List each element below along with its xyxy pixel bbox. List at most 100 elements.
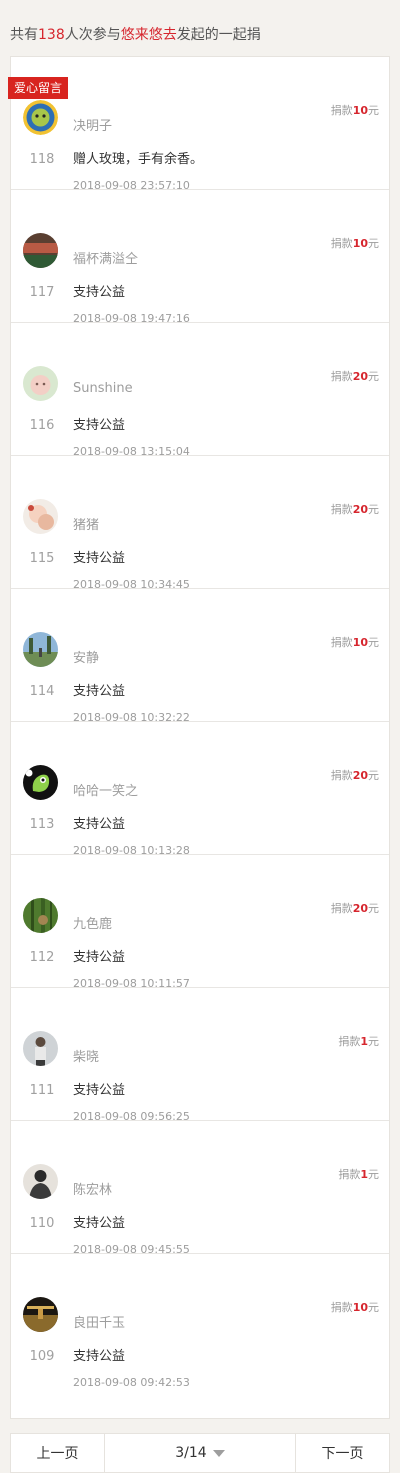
avatar <box>23 1297 58 1332</box>
page-select[interactable]: 3/14 <box>105 1434 296 1472</box>
list-item: 115 猪猪 支持公益 2018-09-08 10:34:45 捐款20元 <box>11 456 389 591</box>
entry-number: 111 <box>29 1083 55 1098</box>
amount-unit: 元 <box>368 1035 379 1048</box>
avatar <box>23 1164 58 1199</box>
donation-amount: 捐款20元 <box>331 501 379 517</box>
amount-unit: 元 <box>368 503 379 516</box>
amount-value: 20 <box>352 503 368 516</box>
donor-message: 支持公益 <box>73 1216 126 1231</box>
avatar <box>23 898 58 933</box>
list-item: 113 哈哈一笑之 支持公益 2018-09-08 10:13:28 捐款20元 <box>11 722 389 857</box>
donor-message: 支持公益 <box>73 418 126 433</box>
summary-suffix: 发起的一起捐 <box>176 27 261 43</box>
donor-message: 支持公益 <box>73 817 126 832</box>
list-item: 112 九色鹿 支持公益 2018-09-08 10:11:57 捐款20元 <box>11 855 389 990</box>
amount-value: 10 <box>352 1301 368 1314</box>
amount-label: 捐款 <box>330 503 353 516</box>
amount-label: 捐款 <box>338 1035 361 1048</box>
next-page-button[interactable]: 下一页 <box>296 1434 389 1472</box>
list-item: 109 良田千玉 支持公益 2018-09-08 09:42:53 捐款10元 <box>11 1254 389 1389</box>
entry-number: 113 <box>29 817 55 832</box>
donor-message: 支持公益 <box>73 1083 126 1098</box>
donor-name: 安静 <box>73 651 100 666</box>
entry-number: 117 <box>29 285 55 300</box>
amount-unit: 元 <box>368 237 379 250</box>
prev-page-button[interactable]: 上一页 <box>11 1434 105 1472</box>
amount-label: 捐款 <box>330 237 353 250</box>
donation-time: 2018-09-08 09:42:53 <box>73 1376 190 1389</box>
donor-name: 九色鹿 <box>73 917 113 932</box>
donor-name: 猪猪 <box>73 518 100 533</box>
amount-unit: 元 <box>368 902 379 915</box>
pagination: 上一页 3/14 下一页 <box>10 1433 390 1473</box>
caret-down-icon <box>212 1449 225 1457</box>
donor-message: 支持公益 <box>73 950 126 965</box>
list-item: 110 陈宏林 支持公益 2018-09-08 09:45:55 捐款1元 <box>11 1121 389 1256</box>
donor-name: 陈宏林 <box>73 1183 113 1198</box>
avatar <box>23 233 58 268</box>
amount-label: 捐款 <box>330 769 353 782</box>
amount-value: 1 <box>360 1035 368 1048</box>
amount-value: 10 <box>352 636 368 649</box>
amount-label: 捐款 <box>330 636 353 649</box>
donor-name: 福杯满溢仝 <box>73 252 139 267</box>
avatar <box>23 1031 58 1066</box>
amount-unit: 元 <box>368 370 379 383</box>
donation-amount: 捐款1元 <box>338 1166 379 1182</box>
avatar <box>23 100 58 135</box>
list-item: 116 Sunshine 支持公益 2018-09-08 13:15:04 捐款… <box>11 323 389 458</box>
amount-value: 20 <box>352 902 368 915</box>
amount-unit: 元 <box>368 636 379 649</box>
amount-value: 1 <box>360 1168 368 1181</box>
amount-value: 10 <box>352 237 368 250</box>
amount-value: 20 <box>352 370 368 383</box>
entry-number: 118 <box>29 152 55 167</box>
donation-amount: 捐款10元 <box>331 102 379 118</box>
donor-message: 支持公益 <box>73 1349 126 1364</box>
amount-value: 20 <box>352 769 368 782</box>
donor-name: 哈哈一笑之 <box>73 784 139 799</box>
amount-label: 捐款 <box>338 1168 361 1181</box>
amount-value: 10 <box>352 104 368 117</box>
donation-amount: 捐款20元 <box>331 767 379 783</box>
entry-number: 115 <box>29 551 55 566</box>
summary-prefix: 共有 <box>10 27 38 43</box>
list-item: 111 柴晓 支持公益 2018-09-08 09:56:25 捐款1元 <box>11 988 389 1123</box>
entry-number: 114 <box>29 684 55 699</box>
avatar <box>23 632 58 667</box>
initiator-link[interactable]: 悠来悠去 <box>121 27 177 43</box>
love-message-tag: 爱心留言 <box>8 77 69 99</box>
donation-summary: 共有138人次参与悠来悠去发起的一起捐 <box>10 24 261 44</box>
amount-unit: 元 <box>368 769 379 782</box>
entry-number: 116 <box>29 418 55 433</box>
donation-amount: 捐款10元 <box>331 634 379 650</box>
donation-amount: 捐款10元 <box>331 235 379 251</box>
list-item: 117 福杯满溢仝 支持公益 2018-09-08 19:47:16 捐款10元 <box>11 190 389 325</box>
donor-message: 支持公益 <box>73 684 126 699</box>
amount-unit: 元 <box>368 104 379 117</box>
amount-label: 捐款 <box>330 1301 353 1314</box>
amount-label: 捐款 <box>330 902 353 915</box>
page-indicator: 3/14 <box>175 1445 207 1461</box>
amount-label: 捐款 <box>330 104 353 117</box>
donor-message: 赠人玫瑰，手有余香。 <box>73 152 204 167</box>
donor-name: 决明子 <box>73 119 113 134</box>
amount-unit: 元 <box>368 1168 379 1181</box>
donor-name: 柴晓 <box>73 1050 100 1065</box>
donation-amount: 捐款1元 <box>338 1033 379 1049</box>
participant-count: 138 <box>38 27 65 43</box>
amount-unit: 元 <box>368 1301 379 1314</box>
avatar <box>23 366 58 401</box>
donation-amount: 捐款20元 <box>331 900 379 916</box>
entry-number: 110 <box>29 1216 55 1231</box>
donor-name: Sunshine <box>73 381 133 396</box>
avatar <box>23 499 58 534</box>
list-item: 114 安静 支持公益 2018-09-08 10:32:22 捐款10元 <box>11 589 389 724</box>
summary-middle: 人次参与 <box>64 27 121 43</box>
donation-amount: 捐款20元 <box>331 368 379 384</box>
avatar <box>23 765 58 800</box>
donor-message: 支持公益 <box>73 551 126 566</box>
amount-label: 捐款 <box>330 370 353 383</box>
entry-number: 109 <box>29 1349 55 1364</box>
donation-amount: 捐款10元 <box>331 1299 379 1315</box>
